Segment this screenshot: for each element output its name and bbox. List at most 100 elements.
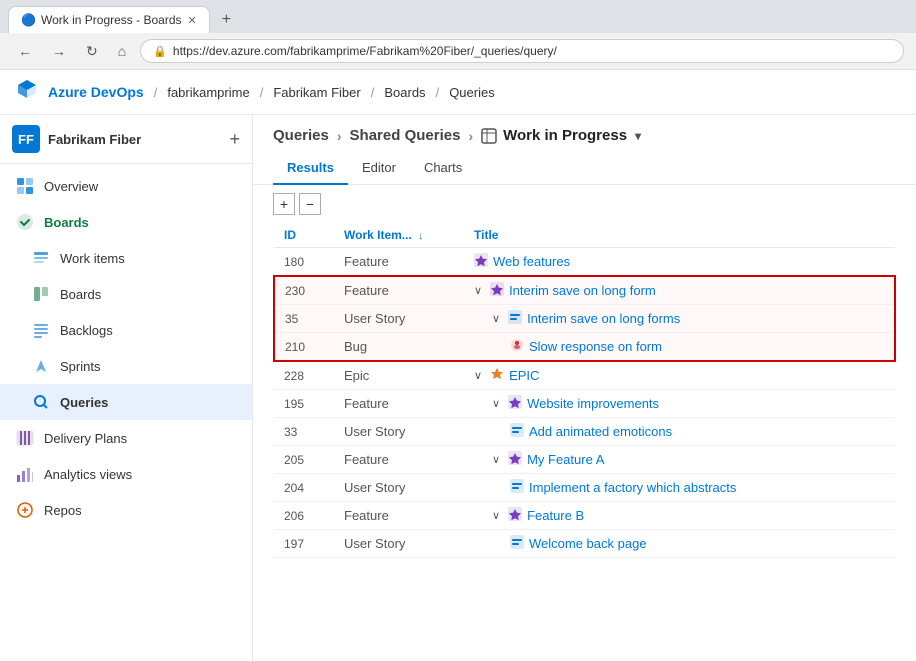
sidebar-item-workitems[interactable]: Work items — [0, 240, 252, 276]
col-workitem[interactable]: Work Item... ↓ — [334, 223, 464, 248]
sidebar-item-label-overview: Overview — [44, 179, 236, 194]
reload-button[interactable]: ↻ — [80, 41, 104, 62]
tab-results[interactable]: Results — [273, 152, 348, 185]
cell-title[interactable]: Implement a factory which abstracts — [464, 474, 895, 502]
work-item-link[interactable]: Add animated emoticons — [510, 423, 885, 440]
cell-title[interactable]: ∨My Feature A — [464, 446, 895, 474]
home-button[interactable]: ⌂ — [112, 41, 132, 61]
story-icon — [508, 310, 522, 327]
breadcrumb-queries[interactable]: Queries — [273, 127, 329, 144]
repos-icon — [16, 501, 34, 519]
cell-title[interactable]: ∨Interim save on long forms — [464, 305, 895, 333]
cell-type: Feature — [334, 248, 464, 277]
sidebar-item-analytics[interactable]: Analytics views — [0, 456, 252, 492]
expand-arrow-icon[interactable]: ∨ — [492, 453, 500, 466]
workitems-icon — [32, 249, 50, 267]
table-row: 197User StoryWelcome back page — [274, 530, 895, 558]
sidebar-nav: Overview Boards Work items — [0, 164, 252, 532]
breadcrumb-dropdown-arrow[interactable]: ▾ — [635, 129, 641, 143]
project-link[interactable]: Fabrikam Fiber — [273, 85, 360, 100]
work-item-link[interactable]: Slow response on form — [510, 338, 884, 355]
work-item-title: EPIC — [509, 368, 539, 383]
work-item-link[interactable]: ∨ Feature B — [492, 507, 885, 524]
url-box: 🔒 https://dev.azure.com/fabrikamprime/Fa… — [140, 39, 904, 63]
table-row: 35User Story∨Interim save on long forms — [274, 305, 895, 333]
work-item-title: Feature B — [527, 508, 584, 523]
boards-group-icon — [16, 213, 34, 231]
expand-all-button[interactable]: + — [273, 193, 295, 215]
cell-title[interactable]: ∨ EPIC — [464, 361, 895, 390]
sidebar-item-delivery[interactable]: Delivery Plans — [0, 420, 252, 456]
cell-type: Feature — [334, 502, 464, 530]
sidebar-item-overview[interactable]: Overview — [0, 168, 252, 204]
cell-type: Feature — [334, 276, 464, 305]
cell-title[interactable]: ∨ Feature B — [464, 502, 895, 530]
cell-title[interactable]: Add animated emoticons — [464, 418, 895, 446]
epic-icon — [490, 367, 504, 384]
forward-button[interactable]: → — [46, 41, 72, 61]
analytics-icon — [16, 465, 34, 483]
sprints-icon — [32, 357, 50, 375]
work-item-title: Website improvements — [527, 396, 659, 411]
tab-editor[interactable]: Editor — [348, 152, 410, 185]
table-row: 204User StoryImplement a factory which a… — [274, 474, 895, 502]
cell-id: 197 — [274, 530, 334, 558]
work-item-link[interactable]: ∨My Feature A — [492, 451, 885, 468]
expand-arrow-icon[interactable]: ∨ — [474, 284, 482, 297]
cell-title[interactable]: Slow response on form — [464, 333, 895, 362]
area-link[interactable]: Boards — [384, 85, 425, 100]
collapse-all-button[interactable]: − — [299, 193, 321, 215]
sidebar-item-boards[interactable]: Boards — [0, 276, 252, 312]
cell-type: Bug — [334, 333, 464, 362]
table-row: 210BugSlow response on form — [274, 333, 895, 362]
work-item-link[interactable]: ∨ Website improvements — [492, 395, 885, 412]
devops-logo — [16, 78, 38, 106]
add-project-button[interactable]: + — [229, 129, 240, 150]
tab-bar: 🔵 Work in Progress - Boards ✕ + — [0, 0, 916, 33]
cell-title[interactable]: Web features — [464, 248, 895, 277]
back-button[interactable]: ← — [12, 41, 38, 61]
breadcrumb: Queries › Shared Queries › Work in Progr… — [253, 115, 916, 152]
sidebar-item-repos[interactable]: Repos — [0, 492, 252, 528]
col-workitem-label: Work Item... — [344, 228, 412, 242]
feature-icon — [490, 282, 504, 299]
work-item-link[interactable]: ∨ EPIC — [474, 367, 885, 384]
tab-charts[interactable]: Charts — [410, 152, 476, 185]
work-item-link[interactable]: Web features — [474, 253, 885, 270]
sidebar-item-backlogs[interactable]: Backlogs — [0, 312, 252, 348]
work-item-title: Implement a factory which abstracts — [529, 480, 736, 495]
sidebar-item-sprints[interactable]: Sprints — [0, 348, 252, 384]
work-item-link[interactable]: ∨Interim save on long form — [474, 282, 884, 299]
org-link[interactable]: fabrikamprime — [167, 85, 249, 100]
active-tab[interactable]: 🔵 Work in Progress - Boards ✕ — [8, 6, 210, 33]
cell-type: Epic — [334, 361, 464, 390]
tab-close-button[interactable]: ✕ — [188, 14, 197, 27]
cell-id: 33 — [274, 418, 334, 446]
sidebar-item-queries[interactable]: Queries — [0, 384, 252, 420]
brand-label: Azure DevOps — [48, 84, 144, 100]
expand-arrow-icon[interactable]: ∨ — [492, 397, 500, 410]
cell-title[interactable]: ∨Interim save on long form — [464, 276, 895, 305]
sort-icon: ↓ — [418, 231, 423, 242]
new-tab-button[interactable]: + — [214, 7, 239, 33]
work-item-link[interactable]: Implement a factory which abstracts — [510, 479, 885, 496]
cell-id: 205 — [274, 446, 334, 474]
project-avatar: FF — [12, 125, 40, 153]
feature-icon — [508, 395, 522, 412]
url-text: https://dev.azure.com/fabrikamprime/Fabr… — [173, 44, 557, 58]
expand-arrow-icon[interactable]: ∨ — [492, 509, 500, 522]
cell-title[interactable]: Welcome back page — [464, 530, 895, 558]
col-id: ID — [274, 223, 334, 248]
feature-icon — [508, 507, 522, 524]
work-item-link[interactable]: Welcome back page — [510, 535, 885, 552]
expand-arrow-icon[interactable]: ∨ — [492, 312, 500, 325]
sep4: / — [436, 85, 440, 100]
main-content: Queries › Shared Queries › Work in Progr… — [253, 115, 916, 661]
breadcrumb-shared[interactable]: Shared Queries — [350, 127, 461, 144]
cell-id: 195 — [274, 390, 334, 418]
page-link[interactable]: Queries — [449, 85, 495, 100]
work-item-link[interactable]: ∨Interim save on long forms — [492, 310, 884, 327]
expand-arrow-icon[interactable]: ∨ — [474, 369, 482, 382]
cell-title[interactable]: ∨ Website improvements — [464, 390, 895, 418]
sidebar-item-boards-group[interactable]: Boards — [0, 204, 252, 240]
